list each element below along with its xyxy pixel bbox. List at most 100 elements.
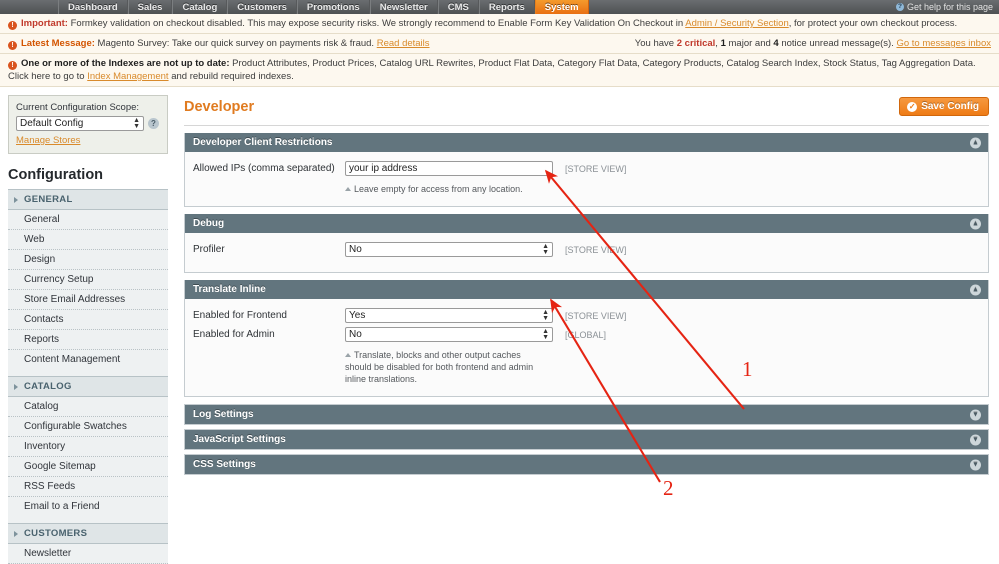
fieldset-header-client-restrictions[interactable]: Developer Client Restrictions ▲: [185, 133, 988, 152]
nav-item-sales[interactable]: Sales: [127, 0, 173, 14]
nav-item-dashboard[interactable]: Dashboard: [58, 0, 128, 14]
sidebar-item-design[interactable]: Design: [8, 250, 168, 270]
sidebar-item-inventory[interactable]: Inventory: [8, 437, 168, 457]
main-navigation: Dashboard Sales Catalog Customers Promot…: [0, 0, 999, 14]
nav-item-promotions[interactable]: Promotions: [296, 0, 370, 14]
sidebar: Current Configuration Scope: Default Con…: [0, 87, 178, 564]
expand-down-icon[interactable]: ▼: [970, 409, 981, 420]
fieldset-header-css-settings[interactable]: CSS Settings ▼: [185, 455, 988, 474]
translate-frontend-select[interactable]: Yes: [345, 308, 553, 323]
allowed-ips-hint: Leave empty for access from any location…: [354, 184, 523, 194]
manage-stores-link[interactable]: Manage Stores: [16, 135, 80, 146]
check-circle-icon: ✓: [907, 101, 918, 112]
save-config-label: Save Config: [921, 101, 979, 112]
notice-important: ! Important: Formkey validation on checko…: [0, 14, 999, 34]
fieldset-body-translate-inline: Enabled for Frontend Yes ▲ ▼ [STORE VIEW]…: [185, 299, 988, 396]
triangle-right-icon: [14, 530, 18, 537]
sidebar-item-email-to-a-friend[interactable]: Email to a Friend: [8, 497, 168, 516]
fieldset-css-settings: CSS Settings ▼: [184, 454, 989, 475]
nav-item-reports[interactable]: Reports: [478, 0, 535, 14]
fieldset-title-log-settings: Log Settings: [193, 409, 254, 420]
read-details-link[interactable]: Read details: [377, 38, 430, 49]
notice-important-text: Formkey validation on checkout disabled.…: [67, 18, 686, 29]
fieldset-header-javascript-settings[interactable]: JavaScript Settings ▼: [185, 430, 988, 449]
collapse-up-icon[interactable]: ▲: [970, 218, 981, 229]
notice-latest-text: Magento Survey: Take our quick survey on…: [94, 38, 377, 49]
collapse-up-icon[interactable]: ▲: [970, 137, 981, 148]
fieldset-javascript-settings: JavaScript Settings ▼: [184, 429, 989, 450]
nav-item-newsletter[interactable]: Newsletter: [369, 0, 438, 14]
fieldset-title-debug: Debug: [193, 218, 225, 229]
alert-circle-icon: !: [8, 41, 17, 50]
page-title: Developer: [184, 98, 255, 115]
alert-circle-icon: !: [8, 21, 17, 30]
allowed-ips-hint-row: Leave empty for access from any location…: [345, 183, 523, 195]
translate-admin-hint: Translate, blocks and other output cache…: [345, 350, 534, 384]
sidebar-item-store-email-addresses[interactable]: Store Email Addresses: [8, 290, 168, 310]
sidebar-group-general-items: General Web Design Currency Setup Store …: [8, 210, 168, 376]
sidebar-group-general[interactable]: GENERAL: [8, 189, 168, 210]
sidebar-item-web[interactable]: Web: [8, 230, 168, 250]
sidebar-item-rss-feeds[interactable]: RSS Feeds: [8, 477, 168, 497]
messages-inbox-link[interactable]: Go to messages inbox: [896, 38, 991, 49]
nav-item-system[interactable]: System: [534, 0, 589, 14]
question-circle-icon[interactable]: ?: [148, 118, 159, 129]
triangle-right-icon: [14, 383, 18, 390]
scope-select-wrapper: Default Config ▲ ▼: [16, 116, 144, 131]
triangle-right-icon: [14, 196, 18, 203]
configuration-scope-select[interactable]: Default Config: [16, 116, 144, 131]
admin-security-section-link[interactable]: Admin / Security Section: [685, 18, 789, 29]
triangle-up-icon: [345, 353, 351, 357]
sidebar-item-configurable-swatches[interactable]: Configurable Swatches: [8, 417, 168, 437]
sidebar-group-catalog[interactable]: CATALOG: [8, 376, 168, 397]
notice-important-text-after: , for protect your own checkout process.: [788, 18, 958, 29]
index-management-link[interactable]: Index Management: [87, 71, 168, 82]
fieldset-title-client-restrictions: Developer Client Restrictions: [193, 137, 333, 148]
fieldset-header-log-settings[interactable]: Log Settings ▼: [185, 405, 988, 424]
sidebar-group-catalog-label: CATALOG: [24, 381, 72, 392]
sidebar-group-customers[interactable]: CUSTOMERS: [8, 523, 168, 544]
fieldset-title-css-settings: CSS Settings: [193, 459, 256, 470]
nav-item-cms[interactable]: CMS: [437, 0, 479, 14]
notice-indexes: ! One or more of the Indexes are not up t…: [0, 54, 999, 87]
get-help-label: Get help for this page: [906, 2, 993, 12]
page-header: Developer ✓ Save Config: [184, 97, 989, 116]
collapse-up-icon[interactable]: ▲: [970, 284, 981, 295]
translate-admin-hint-row: Translate, blocks and other output cache…: [345, 349, 545, 385]
alert-circle-icon: !: [8, 61, 17, 70]
allowed-ips-scope: [STORE VIEW]: [565, 164, 627, 174]
fieldset-log-settings: Log Settings ▼: [184, 404, 989, 425]
nav-item-customers[interactable]: Customers: [227, 0, 297, 14]
fieldset-title-translate-inline: Translate Inline: [193, 284, 266, 295]
notice-latest-message: ! Latest Message: Magento Survey: Take ou…: [0, 34, 999, 54]
notice-word: notice unread message(s).: [778, 38, 897, 49]
sidebar-group-customers-items: Newsletter Customer Configuration Wishli…: [8, 544, 168, 564]
translate-admin-label: Enabled for Admin: [193, 329, 275, 340]
sidebar-item-newsletter[interactable]: Newsletter: [8, 544, 168, 564]
sidebar-group-catalog-items: Catalog Configurable Swatches Inventory …: [8, 397, 168, 523]
translate-admin-select[interactable]: No: [345, 327, 553, 342]
sidebar-item-reports[interactable]: Reports: [8, 330, 168, 350]
fieldset-header-debug[interactable]: Debug ▲: [185, 214, 988, 233]
notice-indexes-text-after: and rebuild required indexes.: [168, 71, 294, 82]
get-help-link[interactable]: ? Get help for this page: [895, 0, 993, 14]
save-config-button[interactable]: ✓ Save Config: [899, 97, 989, 116]
expand-down-icon[interactable]: ▼: [970, 459, 981, 470]
sidebar-item-catalog[interactable]: Catalog: [8, 397, 168, 417]
unread-messages-summary: You have 2 critical, 1 major and 4 notic…: [635, 37, 991, 50]
allowed-ips-input[interactable]: [345, 161, 553, 176]
sidebar-item-general[interactable]: General: [8, 210, 168, 230]
sidebar-group-general-label: GENERAL: [24, 194, 73, 205]
fieldset-header-translate-inline[interactable]: Translate Inline ▲: [185, 280, 988, 299]
nav-item-catalog[interactable]: Catalog: [172, 0, 228, 14]
expand-down-icon[interactable]: ▼: [970, 434, 981, 445]
sidebar-item-content-management[interactable]: Content Management: [8, 350, 168, 369]
triangle-up-icon: [345, 187, 351, 191]
notice-important-label: Important:: [21, 18, 68, 29]
profiler-select[interactable]: No: [345, 242, 553, 257]
sidebar-item-google-sitemap[interactable]: Google Sitemap: [8, 457, 168, 477]
configuration-scope-box: Current Configuration Scope: Default Con…: [8, 95, 168, 154]
sidebar-item-contacts[interactable]: Contacts: [8, 310, 168, 330]
header-divider: [184, 125, 989, 126]
sidebar-item-currency-setup[interactable]: Currency Setup: [8, 270, 168, 290]
